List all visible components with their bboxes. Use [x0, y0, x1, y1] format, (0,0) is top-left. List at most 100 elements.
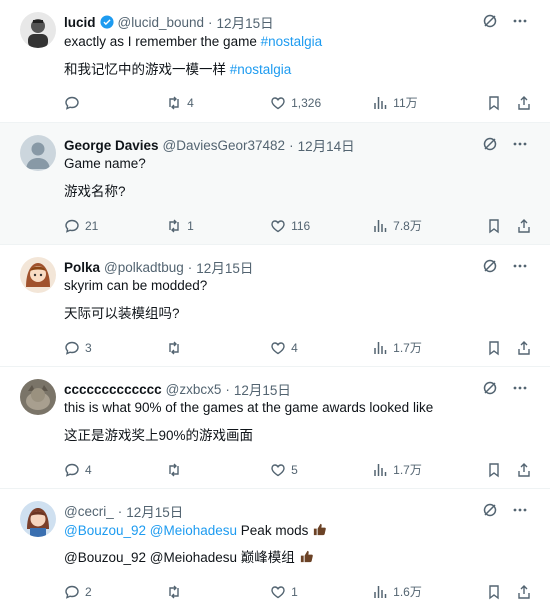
bookmark-icon[interactable] — [486, 218, 502, 234]
reply-button[interactable] — [64, 95, 166, 111]
post-date[interactable]: 12月15日 — [126, 501, 183, 521]
retweet-icon — [169, 341, 179, 354]
hashtag-link[interactable]: #nostalgia — [261, 34, 323, 49]
author-handle[interactable]: @DaviesGeor37482 — [163, 138, 286, 153]
hashtag-link[interactable]: #nostalgia — [230, 62, 292, 77]
author-name[interactable]: lucid — [64, 15, 96, 30]
reply-count: 4 — [85, 462, 92, 477]
heart-icon — [271, 96, 285, 109]
tweet-4[interactable]: ccccccccccccc @zxbcx5 · 12月15日 this is w… — [0, 367, 550, 489]
reply-button[interactable]: 4 — [64, 462, 166, 478]
tweet-translation: 天际可以装模组吗? — [64, 306, 180, 321]
author-name[interactable]: ccccccccccccc — [64, 382, 162, 397]
bookmark-icon[interactable] — [486, 340, 502, 356]
post-date[interactable]: 12月14日 — [298, 135, 355, 155]
share-icon[interactable] — [516, 584, 532, 600]
reply-count: 21 — [85, 218, 99, 233]
grok-icon[interactable] — [482, 136, 498, 152]
view-count: 7.8万 — [393, 219, 422, 233]
separator-dot: · — [187, 259, 193, 275]
more-options-icon[interactable] — [512, 502, 528, 518]
tweet-text: this is what 90% of the games at the gam… — [64, 400, 434, 415]
share-icon[interactable] — [516, 95, 532, 111]
post-date[interactable]: 12月15日 — [217, 12, 274, 32]
share-icon[interactable] — [516, 218, 532, 234]
retweet-icon — [169, 219, 179, 232]
author-handle[interactable]: @zxbcx5 — [166, 382, 222, 397]
verified-badge-icon — [99, 15, 114, 29]
share-icon[interactable] — [516, 340, 532, 356]
retweet-button[interactable]: 1 — [166, 218, 270, 234]
views-button[interactable]: 1.7万 — [372, 461, 486, 478]
like-button[interactable]: 4 — [270, 340, 372, 356]
post-date[interactable]: 12月15日 — [234, 379, 291, 399]
retweet-button[interactable] — [166, 340, 270, 356]
cat-photo-avatar — [20, 379, 56, 415]
views-button[interactable]: 11万 — [372, 94, 486, 111]
more-options-icon[interactable] — [512, 380, 528, 396]
grok-icon[interactable] — [482, 502, 498, 518]
like-button[interactable]: 1,326 — [270, 95, 372, 111]
like-count: 116 — [291, 218, 311, 233]
author-handle[interactable]: @polkadtbug — [104, 260, 184, 275]
author-handle[interactable]: @lucid_bound — [118, 15, 205, 30]
mention-link[interactable]: @Meiohadesu — [150, 523, 237, 538]
avatar[interactable] — [20, 12, 56, 48]
more-options-icon[interactable] — [512, 13, 528, 29]
views-chart-icon — [374, 96, 387, 109]
like-button[interactable]: 1 — [270, 584, 372, 600]
retweet-icon — [169, 585, 179, 598]
view-count: 1.7万 — [393, 463, 422, 477]
grok-icon[interactable] — [482, 380, 498, 396]
like-button[interactable]: 5 — [270, 462, 372, 478]
avatar[interactable] — [20, 379, 56, 415]
views-button[interactable]: 7.8万 — [372, 217, 486, 234]
separator-dot: · — [225, 381, 230, 397]
tweet-5[interactable]: @cecri_ · 12月15日 @Bouzou_92 @Meiohadesu … — [0, 489, 550, 613]
tweet-1[interactable]: lucid @lucid_bound · 12月15日 exactly as I… — [0, 0, 550, 123]
reply-button[interactable]: 21 — [64, 218, 166, 234]
thumbs-up-emoji-icon — [313, 523, 326, 536]
more-options-icon[interactable] — [512, 258, 528, 274]
mention-link[interactable]: @Bouzou_92 — [64, 523, 146, 538]
reply-count: 2 — [85, 584, 92, 599]
post-date[interactable]: 12月15日 — [196, 257, 253, 277]
avatar[interactable] — [20, 257, 56, 293]
grok-icon[interactable] — [482, 258, 498, 274]
bookmark-icon[interactable] — [486, 462, 502, 478]
thumbs-up-emoji-icon — [300, 550, 313, 563]
more-options-icon[interactable] — [512, 136, 528, 152]
author-name[interactable]: George Davies — [64, 138, 159, 153]
heart-icon — [271, 463, 285, 476]
tweet-translation: 和我记忆中的游戏一模一样 #nostalgia — [64, 62, 292, 77]
reply-icon — [65, 585, 79, 599]
retweet-icon — [169, 96, 179, 109]
like-count: 4 — [291, 340, 298, 355]
bookmark-icon[interactable] — [486, 584, 502, 600]
separator-dot: · — [208, 14, 213, 30]
tweet-text: Game name? — [64, 156, 146, 171]
tweet-2[interactable]: George Davies @DaviesGeor37482 · 12月14日 … — [0, 123, 550, 245]
share-icon[interactable] — [516, 462, 532, 478]
author-name[interactable]: Polka — [64, 260, 100, 275]
retweet-count: 4 — [187, 95, 194, 110]
reply-button[interactable]: 3 — [64, 340, 166, 356]
retweet-button[interactable] — [166, 584, 270, 600]
author-handle[interactable]: @cecri_ — [64, 504, 114, 519]
avatar[interactable] — [20, 135, 56, 171]
retweet-button[interactable] — [166, 462, 270, 478]
like-button[interactable]: 116 — [270, 218, 372, 234]
tweet-3[interactable]: Polka @polkadtbug · 12月15日 skyrim can be… — [0, 245, 550, 367]
avatar[interactable] — [20, 501, 56, 537]
views-button[interactable]: 1.7万 — [372, 339, 486, 356]
bookmark-icon[interactable] — [486, 95, 502, 111]
separator-dot: · — [289, 137, 294, 153]
tweet-text: exactly as I remember the game #nostalgi… — [64, 34, 323, 49]
views-button[interactable]: 1.6万 — [372, 583, 486, 600]
view-count: 11万 — [393, 96, 418, 110]
grok-icon[interactable] — [482, 13, 498, 29]
reply-button[interactable]: 2 — [64, 584, 166, 600]
views-chart-icon — [374, 219, 387, 232]
retweet-button[interactable]: 4 — [166, 95, 270, 111]
reply-icon — [65, 219, 79, 233]
